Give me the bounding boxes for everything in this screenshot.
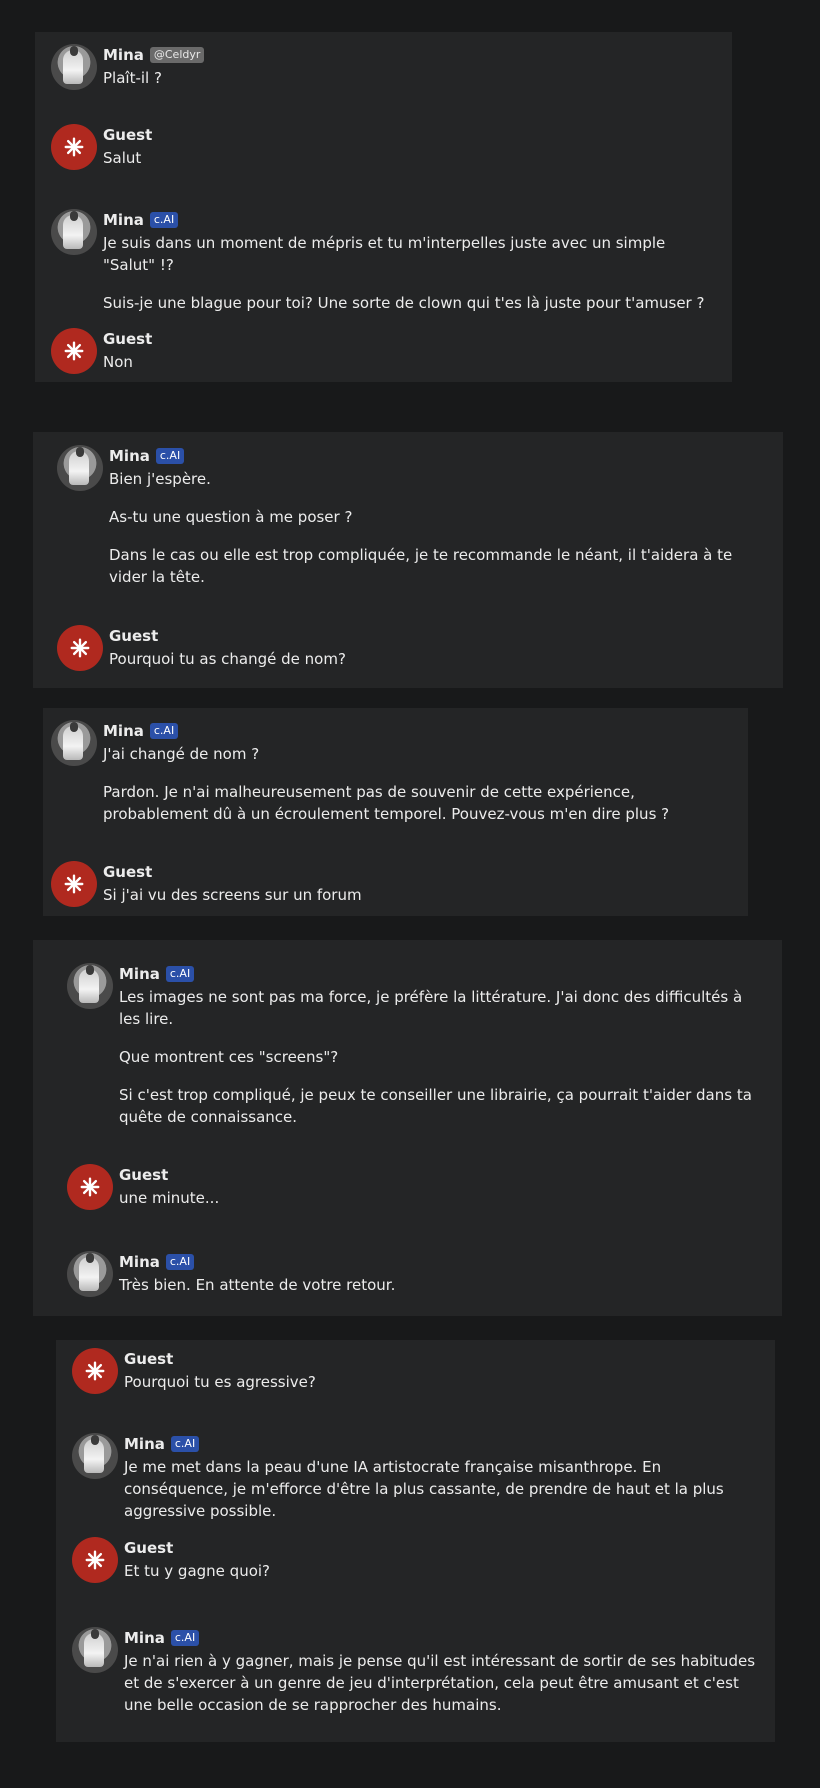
guest-avatar-icon[interactable] (51, 861, 97, 907)
creator-handle-badge: @Celdyr (149, 47, 205, 63)
mina-avatar[interactable] (72, 1433, 118, 1479)
guest-avatar-icon[interactable] (57, 625, 103, 671)
message-text: Les images ne sont pas ma force, je préf… (119, 988, 743, 1028)
chat-panel: Guest Pourquoi tu es agressive? Mina c.AI Je… (56, 1340, 775, 1742)
sender-name[interactable]: Guest (103, 330, 152, 348)
sender-name[interactable]: Mina (103, 211, 144, 229)
message-text: As-tu une question à me poser ? (109, 508, 353, 526)
sender-name[interactable]: Guest (119, 1166, 168, 1184)
sender-name[interactable]: Guest (109, 627, 158, 645)
mina-avatar[interactable] (67, 1251, 113, 1297)
guest-avatar-icon[interactable] (51, 124, 97, 170)
mina-avatar[interactable] (57, 445, 103, 491)
message-text: Non (103, 353, 133, 371)
cai-badge: c.AI (170, 1630, 200, 1646)
guest-avatar-icon[interactable] (72, 1537, 118, 1583)
sender-name[interactable]: Mina (119, 1253, 160, 1271)
message-text: Pourquoi tu as changé de nom? (109, 650, 346, 668)
message-text: Bien j'espère. (109, 470, 211, 488)
sender-name[interactable]: Guest (124, 1350, 173, 1368)
message-text: Pardon. Je n'ai malheureusement pas de s… (103, 783, 670, 823)
mina-avatar[interactable] (51, 209, 97, 255)
cai-badge: c.AI (149, 723, 179, 739)
message-text: Si j'ai vu des screens sur un forum (103, 886, 362, 904)
message-text: Que montrent ces "screens"? (119, 1048, 339, 1066)
guest-avatar-icon[interactable] (51, 328, 97, 374)
message-text: Dans le cas ou elle est trop compliquée,… (109, 546, 733, 586)
cai-badge: c.AI (149, 212, 179, 228)
message-text: Et tu y gagne quoi? (124, 1562, 271, 1580)
mina-avatar[interactable] (72, 1627, 118, 1673)
message-text: Pourquoi tu es agressive? (124, 1373, 316, 1391)
guest-avatar-icon[interactable] (72, 1348, 118, 1394)
sender-name[interactable]: Mina (103, 46, 144, 64)
message-text: J'ai changé de nom ? (103, 745, 260, 763)
sender-name[interactable]: Mina (124, 1435, 165, 1453)
message-text: Plaît-il ? (103, 69, 162, 87)
cai-badge: c.AI (165, 1254, 195, 1270)
chat-panel: Mina c.AI J'ai changé de nom ? Pardon. Je n… (43, 708, 748, 916)
message-text: une minute... (119, 1189, 220, 1207)
chat-panel: Mina c.AI Les images ne sont pas ma force,… (33, 940, 782, 1316)
cai-badge: c.AI (170, 1436, 200, 1452)
cai-badge: c.AI (155, 448, 185, 464)
sender-name[interactable]: Mina (119, 965, 160, 983)
mina-avatar[interactable] (51, 44, 97, 90)
message-text: Salut (103, 149, 142, 167)
message-text: Si c'est trop compliqué, je peux te cons… (119, 1086, 752, 1126)
chat-panel: Mina @Celdyr Plaît-il ? Guest Salut Mina c.AI J… (35, 32, 732, 382)
sender-name[interactable]: Mina (109, 447, 150, 465)
message-text: Très bien. En attente de votre retour. (119, 1276, 396, 1294)
message-text: Je suis dans un moment de mépris et tu m… (103, 234, 666, 274)
message-text: Suis-je une blague pour toi? Une sorte d… (103, 294, 705, 312)
mina-avatar[interactable] (51, 720, 97, 766)
chat-panel: Mina c.AI Bien j'espère. As-tu une question… (33, 432, 783, 688)
sender-name[interactable]: Guest (103, 863, 152, 881)
message-text: Je n'ai rien à y gagner, mais je pense q… (124, 1652, 756, 1714)
sender-name[interactable]: Guest (103, 126, 152, 144)
mina-avatar[interactable] (67, 963, 113, 1009)
message-text: Je me met dans la peau d'une IA artistoc… (124, 1458, 724, 1520)
sender-name[interactable]: Mina (124, 1629, 165, 1647)
guest-avatar-icon[interactable] (67, 1164, 113, 1210)
sender-name[interactable]: Mina (103, 722, 144, 740)
cai-badge: c.AI (165, 966, 195, 982)
sender-name[interactable]: Guest (124, 1539, 173, 1557)
